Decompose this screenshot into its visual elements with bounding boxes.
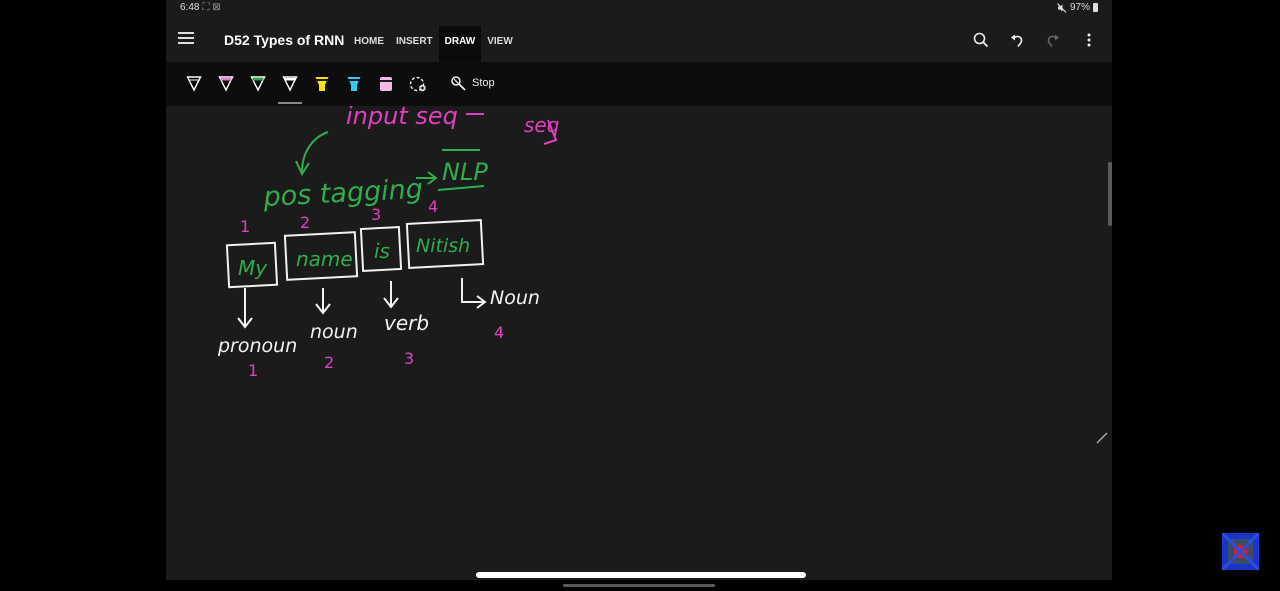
tab-insert[interactable]: INSERT: [390, 26, 439, 62]
handwriting-layer: input seq seq pos tagging NLP 1 2 3 4 My…: [217, 102, 559, 380]
ink-tag-1: pronoun: [217, 335, 297, 357]
ink-tag-2: noun: [310, 321, 358, 343]
ink-down-arrow-1: [237, 288, 253, 329]
ink-hook-arrow-4: [461, 278, 487, 309]
ink-input-seq: input seq: [346, 106, 458, 130]
stop-pen-icon: [451, 76, 466, 91]
tab-draw[interactable]: DRAW: [438, 26, 482, 62]
status-indicator-icons: ⛶ ⊠: [202, 2, 221, 13]
pen-settings-icon[interactable]: [408, 74, 428, 94]
status-bar: 6:48 ⛶ ⊠ 97%: [166, 0, 1112, 18]
document-title: D52 Types of RNN: [224, 32, 345, 48]
battery-icon: [1093, 3, 1098, 12]
ink-tag-3: verb: [384, 311, 429, 335]
highlighter-cyan-icon[interactable]: [344, 74, 364, 94]
mute-icon: [1057, 2, 1067, 13]
ink-tag-index-4: 4: [494, 323, 504, 342]
ink-index-1: 1: [240, 217, 250, 236]
ink-tag-index-3: 3: [404, 349, 414, 368]
battery-percent: 97%: [1069, 2, 1090, 13]
app-bar-actions: [970, 29, 1100, 51]
tab-home[interactable]: HOME: [348, 26, 390, 62]
status-time: 6:48 ⛶ ⊠: [180, 2, 221, 13]
ink-word-3: is: [374, 239, 390, 263]
gesture-home-bar[interactable]: [476, 572, 806, 578]
pen-white-icon[interactable]: [278, 74, 302, 104]
pen-pink-icon[interactable]: [216, 74, 236, 94]
ink-index-3: 3: [371, 205, 381, 224]
status-right: 97%: [1057, 2, 1098, 13]
channel-logo-icon: [1222, 533, 1259, 570]
hamburger-menu-icon[interactable]: [178, 32, 194, 46]
ink-index-4: 4: [428, 197, 438, 216]
tab-view[interactable]: VIEW: [481, 26, 519, 62]
ink-down-arrow-3: [383, 281, 399, 309]
ink-down-arrow-2: [315, 288, 331, 315]
notes-app-window: 6:48 ⛶ ⊠ 97% D52 Types of RNN HOME INSERT…: [166, 0, 1112, 580]
pen-cursor-icon: [1096, 432, 1108, 444]
ink-tag-index-1: 1: [248, 361, 258, 380]
ink-word-4: Nitish: [416, 235, 470, 257]
pen-green-icon[interactable]: [248, 74, 268, 94]
redo-icon[interactable]: [1042, 29, 1064, 51]
more-vert-icon[interactable]: [1078, 29, 1100, 51]
ink-heading: pos tagging: [262, 174, 424, 213]
ink-canvas[interactable]: input seq seq pos tagging NLP 1 2 3 4 My…: [166, 102, 1112, 580]
ink-index-2: 2: [300, 213, 310, 232]
ink-tag-4: Noun: [490, 287, 540, 309]
video-progress-bar: [563, 584, 715, 587]
app-bar: D52 Types of RNN HOME INSERT DRAW VIEW: [166, 18, 1112, 62]
ink-nlp: NLP: [442, 158, 488, 186]
undo-icon[interactable]: [1006, 29, 1028, 51]
ink-word-2: name: [296, 247, 353, 271]
ink-underline: [437, 185, 485, 191]
vertical-scrollbar[interactable]: [1108, 162, 1112, 226]
highlighter-yellow-icon[interactable]: [312, 74, 332, 94]
pen-black-icon[interactable]: [184, 74, 204, 94]
ink-curved-arrow: [301, 131, 329, 173]
ink-tag-index-2: 2: [324, 353, 334, 372]
draw-ribbon: Stop: [166, 62, 1112, 106]
ink-word-1: My: [238, 256, 268, 280]
stop-label: Stop: [472, 77, 495, 89]
highlighter-light-pink-icon[interactable]: [376, 74, 396, 94]
pen-palette: [184, 74, 428, 104]
ribbon-tabs: HOME INSERT DRAW VIEW: [348, 26, 519, 62]
search-icon[interactable]: [970, 29, 992, 51]
stop-button[interactable]: Stop: [450, 75, 495, 91]
